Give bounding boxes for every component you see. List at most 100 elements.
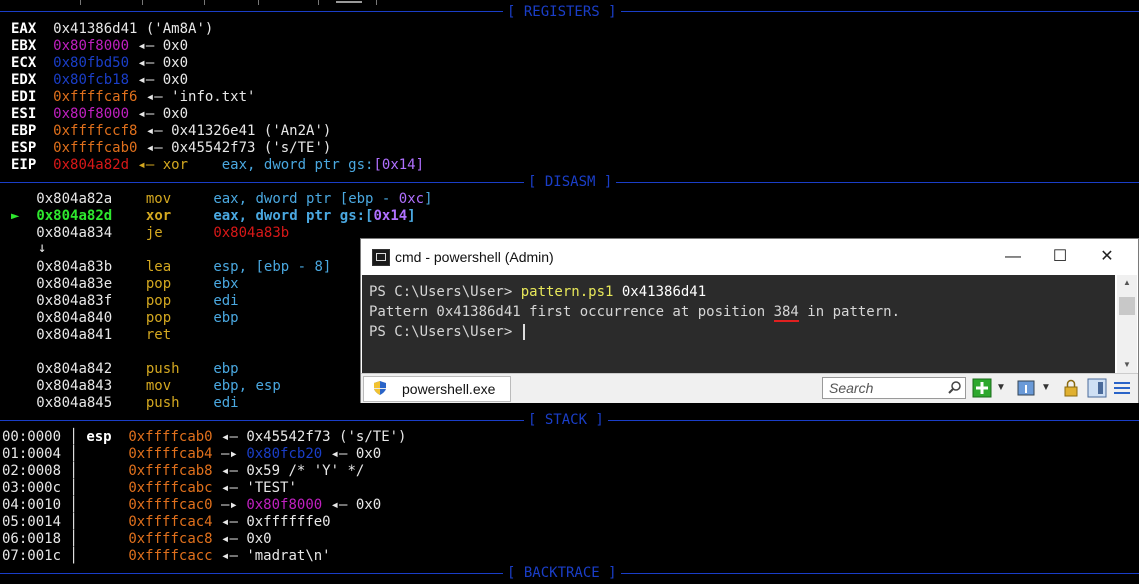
console-app-icon [372,249,390,266]
register-name: ESP [11,140,37,156]
stack-address: 0xffffcac0 [128,497,213,513]
stack-offset: 06:0018 [2,531,62,547]
register-value: 0xffffcab0 [53,140,138,156]
register-detail: ◂— 0x41326e41 ('An2A') [137,123,332,139]
stack-arrow: —▸ [212,497,247,513]
disasm-operand-tail: ] [424,191,433,207]
disasm-mnemonic: je [145,225,163,241]
powershell-window[interactable]: cmd - powershell (Admin) — ☐ ✕ PS C:\Use… [360,238,1139,403]
stack-address: 0xffffcab8 [128,463,213,479]
stack-arrow: ◂— [212,531,247,547]
stack-address: 0xffffcab0 [128,429,213,445]
stack-value: 'TEST' [246,480,297,496]
view-dropdown-icon[interactable]: ▼ [1041,378,1053,398]
register-detail: ◂— 0x0 [129,72,189,88]
register-row: ECX 0x80fbd50 ◂— 0x0 [11,55,188,72]
disasm-address: 0x804a843 [36,378,113,394]
lock-icon[interactable] [1061,378,1081,398]
register-detail: ◂— xor [129,157,189,173]
menu-icon[interactable] [1113,378,1131,398]
disasm-operands: ebp, esp [213,378,281,394]
disasm-mnemonic: ret [145,327,172,343]
disasm-row: 0x804a845 push edi [11,395,238,412]
console-view-icon[interactable] [1016,378,1036,398]
offset-result: 384 [773,304,799,322]
disasm-address: 0x804a82a [36,191,113,207]
console-output[interactable]: PS C:\Users\User> pattern.ps1 0x41386d41… [362,275,1115,373]
stack-value: 0x0 [246,531,272,547]
disasm-mnemonic: pop [145,276,172,292]
disasm-operands: ebp [213,310,239,326]
disasm-operand-tail: ] [407,208,416,224]
stack-address: 0xffffcac4 [128,514,213,530]
register-detail: ◂— 0x0 [129,55,189,71]
disasm-operands: ebp [213,361,239,377]
register-detail: ◂— 0x0 [129,38,189,54]
jump-arrow-icon: ↓ [38,240,47,256]
scroll-thumb[interactable] [1119,297,1135,315]
stack-row: 00:0000 │ esp 0xffffcab0 ◂— 0x45542f73 ('… [2,429,407,445]
register-detail-ops: eax, dword ptr gs: [188,157,374,173]
disasm-mnemonic: mov [145,378,172,394]
new-tab-icon[interactable] [972,378,992,398]
disasm-row: 0x804a83b lea esp, [ebp - 8] [11,259,331,276]
console-line-3[interactable]: PS C:\Users\User> [369,322,525,342]
stack-pointer: 0x80f8000 [246,497,323,513]
console-scrollbar[interactable]: ▲ ▼ [1117,275,1137,373]
stack-row: 05:0014 │ 0xffffcac4 ◂— 0xffffffe0 [2,514,331,530]
register-row: EDI 0xffffcaf6 ◂— 'info.txt' [11,89,255,106]
stack-offset: 01:0004 [2,446,62,462]
register-value: 0x80fcb18 [53,72,130,88]
disasm-address: 0x804a845 [36,395,113,411]
register-row: EAX 0x41386d41 ('Am8A') [11,21,213,38]
search-icon [948,381,961,394]
new-tab-dropdown-icon[interactable]: ▼ [996,378,1008,398]
disasm-mnemonic: lea [145,259,172,275]
maximize-button[interactable]: ☐ [1037,243,1083,271]
top-tab-remnants [0,0,400,6]
stack-offset: 07:001c [2,548,62,564]
disasm-address: 0x804a834 [36,225,113,241]
stack-value: 0x45542f73 ('s/TE') [246,429,407,445]
disasm-row: ► 0x804a82d xor eax, dword ptr gs:[0x14] [11,208,416,225]
backtrace-header: [ BACKTRACE ] [503,565,621,581]
close-button[interactable]: ✕ [1084,243,1130,271]
disasm-mnemonic: pop [145,293,172,309]
register-name: ECX [11,55,37,71]
disasm-address: 0x804a842 [36,361,113,377]
minimize-button[interactable]: — [990,243,1036,271]
stack-address: 0xffffcacc [128,548,213,564]
disasm-immediate: 0xc [398,191,425,207]
disasm-header: [ DISASM ] [524,174,617,190]
shield-icon [374,381,386,395]
register-value: 0xffffccf8 [53,123,138,139]
scroll-down-icon[interactable]: ▼ [1117,357,1137,373]
disasm-address: 0x804a841 [36,327,113,343]
tab-powershell[interactable]: powershell.exe [363,376,511,402]
stack-address: 0xffffcac8 [128,531,213,547]
window-title-bar[interactable]: cmd - powershell (Admin) — ☐ ✕ [361,239,1138,275]
register-detail: ('Am8A') [137,21,214,37]
disasm-mnemonic: mov [145,191,172,207]
scroll-up-icon[interactable]: ▲ [1117,275,1137,291]
console-toolbar: powershell.exe Search ▼ ▼ [361,373,1138,403]
stack-row: 07:001c │ 0xffffcacc ◂— 'madrat\n' [2,548,331,564]
register-detail: ◂— 0x0 [129,106,189,122]
split-view-icon[interactable] [1087,378,1107,398]
register-detail-imm: [0x14] [373,157,425,173]
disasm-mnemonic: push [145,361,180,377]
stack-arrow: ◂— [212,480,247,496]
stack-value: 0xffffffe0 [246,514,331,530]
register-row: EBP 0xffffccf8 ◂— 0x41326e41 ('An2A') [11,123,331,140]
register-value: 0x804a82d [53,157,130,173]
disasm-row: 0x804a834 je 0x804a83b [11,225,289,242]
disasm-address: 0x804a83f [36,293,113,309]
stack-address: 0xffffcab4 [128,446,213,462]
disasm-operands: eax, dword ptr [ebp - [213,191,399,207]
disasm-address: 0x804a83b [36,259,113,275]
jump-target: 0x804a83b [213,225,290,241]
stack-row: 03:000c │ 0xffffcabc ◂— 'TEST' [2,480,297,496]
search-input[interactable]: Search [822,377,966,399]
disasm-operands: eax, dword ptr gs:[ [213,208,374,224]
register-value: 0x41386d41 [53,21,138,37]
